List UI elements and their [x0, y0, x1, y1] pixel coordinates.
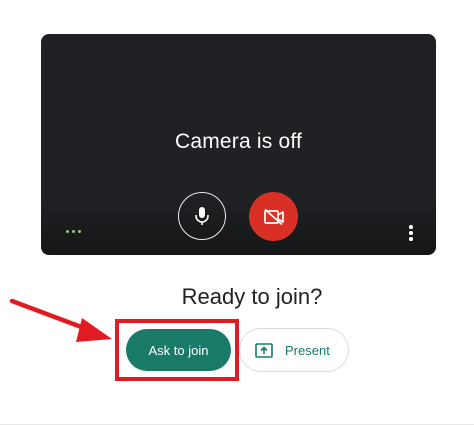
meet-join-page: Camera is off Ready to join? Ask to join… [0, 0, 474, 425]
present-screen-icon [255, 342, 273, 358]
present-label: Present [285, 342, 330, 358]
ready-to-join-title: Ready to join? [181, 284, 323, 309]
present-button[interactable]: Present [239, 328, 349, 372]
annotation-highlight-box [115, 319, 239, 381]
